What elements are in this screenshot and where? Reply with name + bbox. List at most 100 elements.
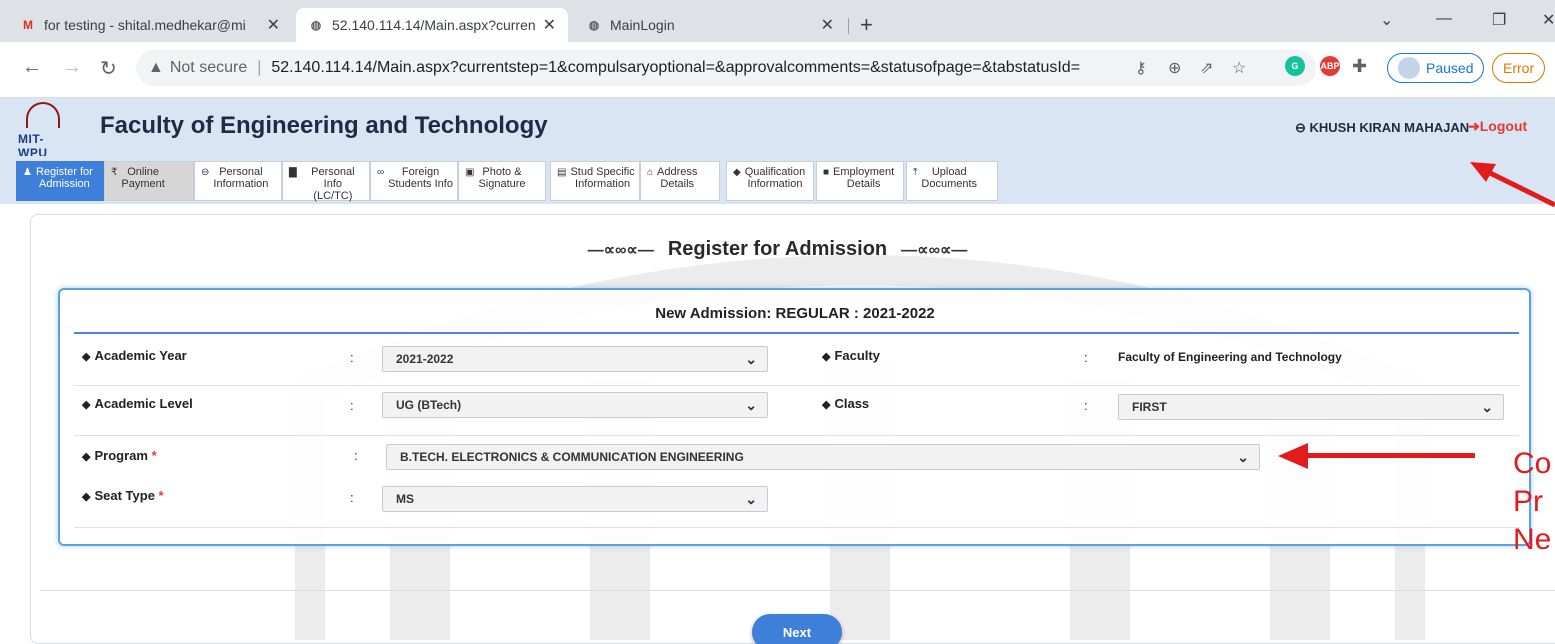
profile-paused-button[interactable]: Paused: [1387, 53, 1485, 83]
user-menu[interactable]: ⊖ KHUSH KIRAN MAHAJAN: [1295, 120, 1469, 136]
zoom-icon[interactable]: ⊕: [1168, 58, 1181, 78]
colon: :: [354, 448, 358, 463]
tab-label-line: Foreign: [401, 166, 440, 178]
tag-icon: ◆: [822, 351, 831, 363]
tab-foreign-students[interactable]: ∞ Foreign Students Info: [370, 161, 458, 201]
extensions-icon[interactable]: ✚: [1352, 56, 1367, 77]
annotation-arrowhead-icon: [1278, 443, 1308, 469]
glasses-icon: ∞: [377, 167, 385, 178]
rupee-icon: ₹: [111, 167, 118, 178]
seat-type-select[interactable]: MS ⌄: [382, 486, 768, 512]
seat-type-label: ◆ Seat Type *: [82, 488, 164, 503]
tab-qualification[interactable]: ◆ Qualification Information: [726, 161, 814, 201]
adblock-icon[interactable]: ABP: [1320, 56, 1340, 76]
tab-label-line: Qualification: [744, 166, 806, 178]
tab-employment[interactable]: ■ Employment Details: [816, 161, 904, 201]
class-label: ◆ Class: [822, 396, 870, 411]
back-icon[interactable]: ←: [22, 56, 42, 79]
tab-label-line: Personal Info: [311, 166, 355, 190]
browser-tab-title: 52.140.114.14/Main.aspx?currentst: [332, 17, 535, 33]
tab-register-admission[interactable]: ♟ Register for Admission: [16, 161, 104, 201]
academic-year-select[interactable]: 2021-2022 ⌄: [382, 346, 768, 372]
paused-label: Paused: [1426, 60, 1474, 76]
error-button[interactable]: Error: [1492, 53, 1546, 83]
globe-icon: ◍: [588, 18, 600, 32]
tab-photo-signature[interactable]: ▣ Photo & Signature: [458, 161, 546, 201]
annotation-arrow-user: [1470, 162, 1555, 208]
graduation-cap-icon: ◆: [733, 167, 741, 178]
required-marker: *: [158, 488, 164, 503]
error-label: Error: [1503, 60, 1535, 76]
tab-label-line: Personal: [219, 166, 263, 178]
chevron-down-icon: ⌄: [1237, 449, 1249, 465]
faculty-value: Faculty of Engineering and Technology: [1118, 350, 1342, 364]
minimize-icon[interactable]: —: [1436, 10, 1452, 28]
reload-icon[interactable]: ↻: [100, 56, 117, 81]
restore-icon[interactable]: ❐: [1492, 10, 1506, 30]
page-heading: —∝∞∝— Register for Admission —∝∞∝—: [0, 238, 1555, 261]
tab-address-details[interactable]: ⌂ Address Details: [640, 161, 720, 201]
annotation-arrow-program: [1300, 453, 1475, 458]
tab-label-line: Address: [657, 166, 698, 178]
url-text: 52.140.114.14/Main.aspx?currentstep=1&co…: [271, 59, 1081, 76]
browser-tab-strip: M for testing - shital.medhekar@mi ✕ ◍ 5…: [0, 0, 1555, 42]
annotation-text-line: Ne: [1513, 523, 1552, 556]
footer-divider: [40, 590, 1555, 591]
tag-icon: ◆: [82, 491, 91, 503]
close-tab-icon[interactable]: ✕: [267, 15, 280, 35]
academic-level-select[interactable]: UG (BTech) ⌄: [382, 392, 768, 418]
chevron-down-icon: ⌄: [745, 491, 757, 507]
browser-tab-main[interactable]: ◍ 52.140.114.14/Main.aspx?currentst ✕: [296, 8, 568, 42]
tab-online-payment[interactable]: ₹ Online Payment: [104, 161, 194, 201]
ornament-left-icon: —∝∞∝—: [587, 241, 654, 259]
tab-upload-documents[interactable]: ⤒ Upload Documents: [906, 161, 998, 201]
user-icon: ⊖: [201, 167, 210, 178]
close-tab-icon[interactable]: ✕: [821, 15, 834, 35]
annotation-text-line: Pr: [1513, 485, 1543, 518]
row-divider: [74, 527, 1519, 528]
users-icon: ♟: [23, 167, 32, 178]
key-icon[interactable]: ⚷: [1135, 58, 1147, 78]
row-divider: [74, 435, 1519, 436]
browser-tab-gmail[interactable]: M for testing - shital.medhekar@mi ✕: [8, 8, 292, 42]
class-select[interactable]: FIRST ⌄: [1118, 394, 1504, 420]
tab-label-line: (LC/TC): [313, 190, 353, 202]
bookmark-star-icon[interactable]: ☆: [1232, 58, 1246, 78]
program-label: ◆ Program *: [82, 448, 157, 463]
user-name: KHUSH KIRAN MAHAJAN: [1309, 120, 1470, 135]
close-window-icon[interactable]: ✕: [1542, 10, 1555, 30]
colon: :: [350, 398, 354, 413]
building-icon: ▇: [289, 167, 297, 178]
page-title: Register for Admission: [667, 238, 888, 260]
academic-level-label: ◆ Academic Level: [82, 396, 193, 411]
tab-label-line: Upload: [931, 166, 967, 178]
tab-label-line: Students Info: [388, 178, 453, 190]
logout-link[interactable]: ➜Logout: [1468, 118, 1527, 135]
gmail-icon: M: [23, 18, 33, 32]
next-button[interactable]: Next: [752, 614, 842, 644]
new-tab-button[interactable]: +: [860, 12, 873, 38]
share-icon[interactable]: ⇗: [1200, 58, 1213, 78]
chevron-down-icon: ⌄: [1481, 399, 1493, 415]
program-select[interactable]: B.TECH. ELECTRONICS & COMMUNICATION ENGI…: [386, 444, 1260, 470]
tab-label-line: Admission: [39, 178, 90, 190]
tag-icon: ◆: [82, 399, 91, 411]
browser-toolbar: ← → ↻ ▲ Not secure | 52.140.114.14/Main.…: [0, 42, 1555, 98]
close-tab-icon[interactable]: ✕: [543, 15, 556, 35]
grammarly-icon[interactable]: G: [1285, 56, 1305, 76]
tag-icon: ◆: [822, 399, 831, 411]
tab-label-line: Photo &: [482, 166, 522, 178]
tab-label-line: Details: [846, 178, 881, 190]
required-marker: *: [151, 448, 157, 463]
tab-label-line: Information: [747, 178, 803, 190]
tab-label-line: Details: [660, 178, 695, 190]
forward-icon[interactable]: →: [62, 56, 82, 79]
tab-personal-info-lctc[interactable]: ▇ Personal Info (LC/TC): [282, 161, 370, 202]
tab-label-line: Online: [127, 166, 159, 178]
tab-personal-information[interactable]: ⊖ Personal Information: [194, 161, 282, 201]
tab-label-line: Employment: [833, 166, 895, 178]
tab-stud-specific[interactable]: ▤ Stud Specific Information: [550, 161, 640, 201]
tab-search-icon[interactable]: ⌄: [1380, 10, 1393, 30]
admission-form: New Admission: REGULAR : 2021-2022 ◆ Acad…: [58, 288, 1531, 546]
browser-tab-mainlogin[interactable]: ◍ MainLogin ✕: [574, 8, 846, 42]
